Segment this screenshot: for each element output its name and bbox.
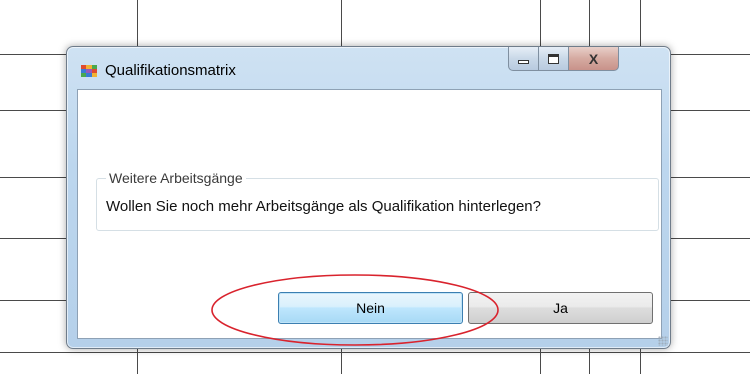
group-label: Weitere Arbeitsgänge <box>106 169 246 187</box>
app-matrix-icon <box>81 65 97 77</box>
minimize-icon <box>518 59 529 64</box>
no-button[interactable]: Nein <box>278 292 463 324</box>
title-bar[interactable]: Qualifikationsmatrix X <box>67 47 670 89</box>
maximize-button[interactable] <box>539 47 569 71</box>
minimize-button[interactable] <box>508 47 539 71</box>
dialog-content: Weitere Arbeitsgänge Wollen Sie noch meh… <box>77 89 662 339</box>
window-title: Qualifikationsmatrix <box>105 62 236 79</box>
dialog-message: Wollen Sie noch mehr Arbeitsgänge als Qu… <box>106 198 541 215</box>
yes-button[interactable]: Ja <box>468 292 653 324</box>
desktop-background: Qualifikationsmatrix X Weitere Arbeitsgä… <box>0 0 750 374</box>
close-icon: X <box>588 50 599 67</box>
window-controls: X <box>508 47 619 71</box>
dialog-window: Qualifikationsmatrix X Weitere Arbeitsgä… <box>66 46 671 349</box>
grid-line <box>0 352 750 353</box>
group-box: Weitere Arbeitsgänge Wollen Sie noch meh… <box>96 169 659 231</box>
maximize-icon <box>548 53 559 64</box>
close-button[interactable]: X <box>569 47 619 71</box>
resize-grip[interactable] <box>658 336 668 346</box>
